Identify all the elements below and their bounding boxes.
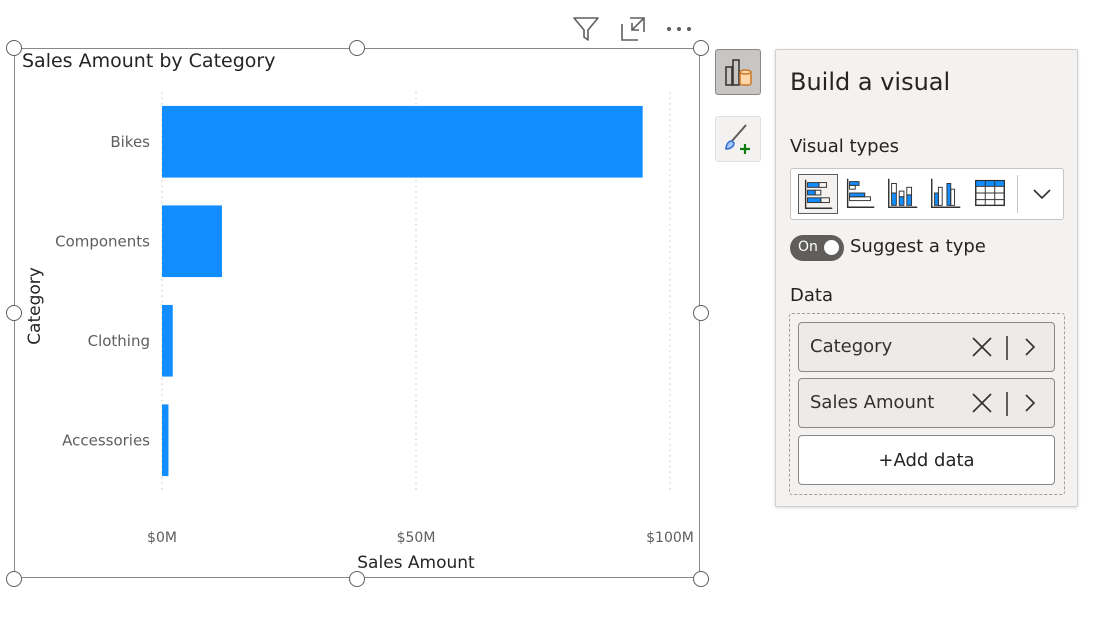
bar-components bbox=[162, 205, 222, 278]
clustered-column-chart-icon[interactable] bbox=[927, 174, 967, 214]
visual-types-gallery bbox=[790, 168, 1064, 220]
pane-title: Build a visual bbox=[790, 68, 951, 96]
y-tick-label: Components bbox=[55, 232, 150, 250]
more-options-icon[interactable] bbox=[664, 14, 694, 44]
suggest-type-label: Suggest a type bbox=[850, 236, 986, 257]
y-tick-label: Bikes bbox=[110, 133, 150, 151]
chevron-right-icon[interactable] bbox=[1019, 336, 1041, 358]
x-axis-title: Sales Amount bbox=[357, 553, 475, 573]
build-visual-pane: Build a visual Visual types On Suggest a… bbox=[775, 49, 1078, 507]
suggest-type-toggle[interactable]: On bbox=[790, 235, 844, 261]
x-tick-label: $50M bbox=[397, 530, 436, 546]
x-tick-label: $100M bbox=[646, 530, 694, 546]
add-data-button[interactable]: +Add data bbox=[798, 435, 1055, 485]
bar-clothing bbox=[162, 304, 173, 377]
format-visual-button[interactable] bbox=[715, 116, 761, 162]
y-axis-title: Category bbox=[25, 267, 45, 345]
focus-mode-icon[interactable] bbox=[618, 14, 648, 44]
filter-icon[interactable] bbox=[571, 14, 601, 44]
visual-types-label: Visual types bbox=[790, 136, 900, 157]
stacked-column-chart-icon[interactable] bbox=[884, 174, 924, 214]
chevron-right-icon[interactable] bbox=[1019, 392, 1041, 414]
visual-types-divider bbox=[1017, 175, 1018, 213]
data-label: Data bbox=[790, 285, 833, 306]
field-label: Category bbox=[810, 336, 893, 357]
close-icon[interactable] bbox=[971, 336, 993, 358]
build-visual-icon bbox=[725, 59, 752, 86]
clustered-bar-chart-icon[interactable] bbox=[841, 174, 881, 214]
pill-separator bbox=[1006, 392, 1008, 416]
field-label: Sales Amount bbox=[810, 392, 935, 413]
x-tick-label: $0M bbox=[147, 530, 177, 546]
stacked-bar-chart-icon[interactable] bbox=[798, 174, 838, 214]
y-tick-label: Clothing bbox=[88, 332, 150, 350]
bar-bikes bbox=[162, 105, 643, 178]
pill-separator bbox=[1006, 336, 1008, 360]
data-well: Category Sales Amount +Add data bbox=[789, 313, 1065, 495]
build-visual-button[interactable] bbox=[715, 49, 761, 95]
toggle-state-label: On bbox=[798, 239, 818, 255]
field-pill-category[interactable]: Category bbox=[798, 322, 1055, 372]
table-icon[interactable] bbox=[971, 174, 1011, 214]
close-icon[interactable] bbox=[971, 392, 993, 414]
chevron-down-icon[interactable] bbox=[1027, 179, 1057, 209]
bar-accessories bbox=[162, 404, 169, 477]
format-visual-icon bbox=[725, 124, 750, 154]
y-tick-label: Accessories bbox=[62, 431, 150, 449]
field-pill-sales-amount[interactable]: Sales Amount bbox=[798, 378, 1055, 428]
toggle-knob bbox=[824, 240, 839, 255]
